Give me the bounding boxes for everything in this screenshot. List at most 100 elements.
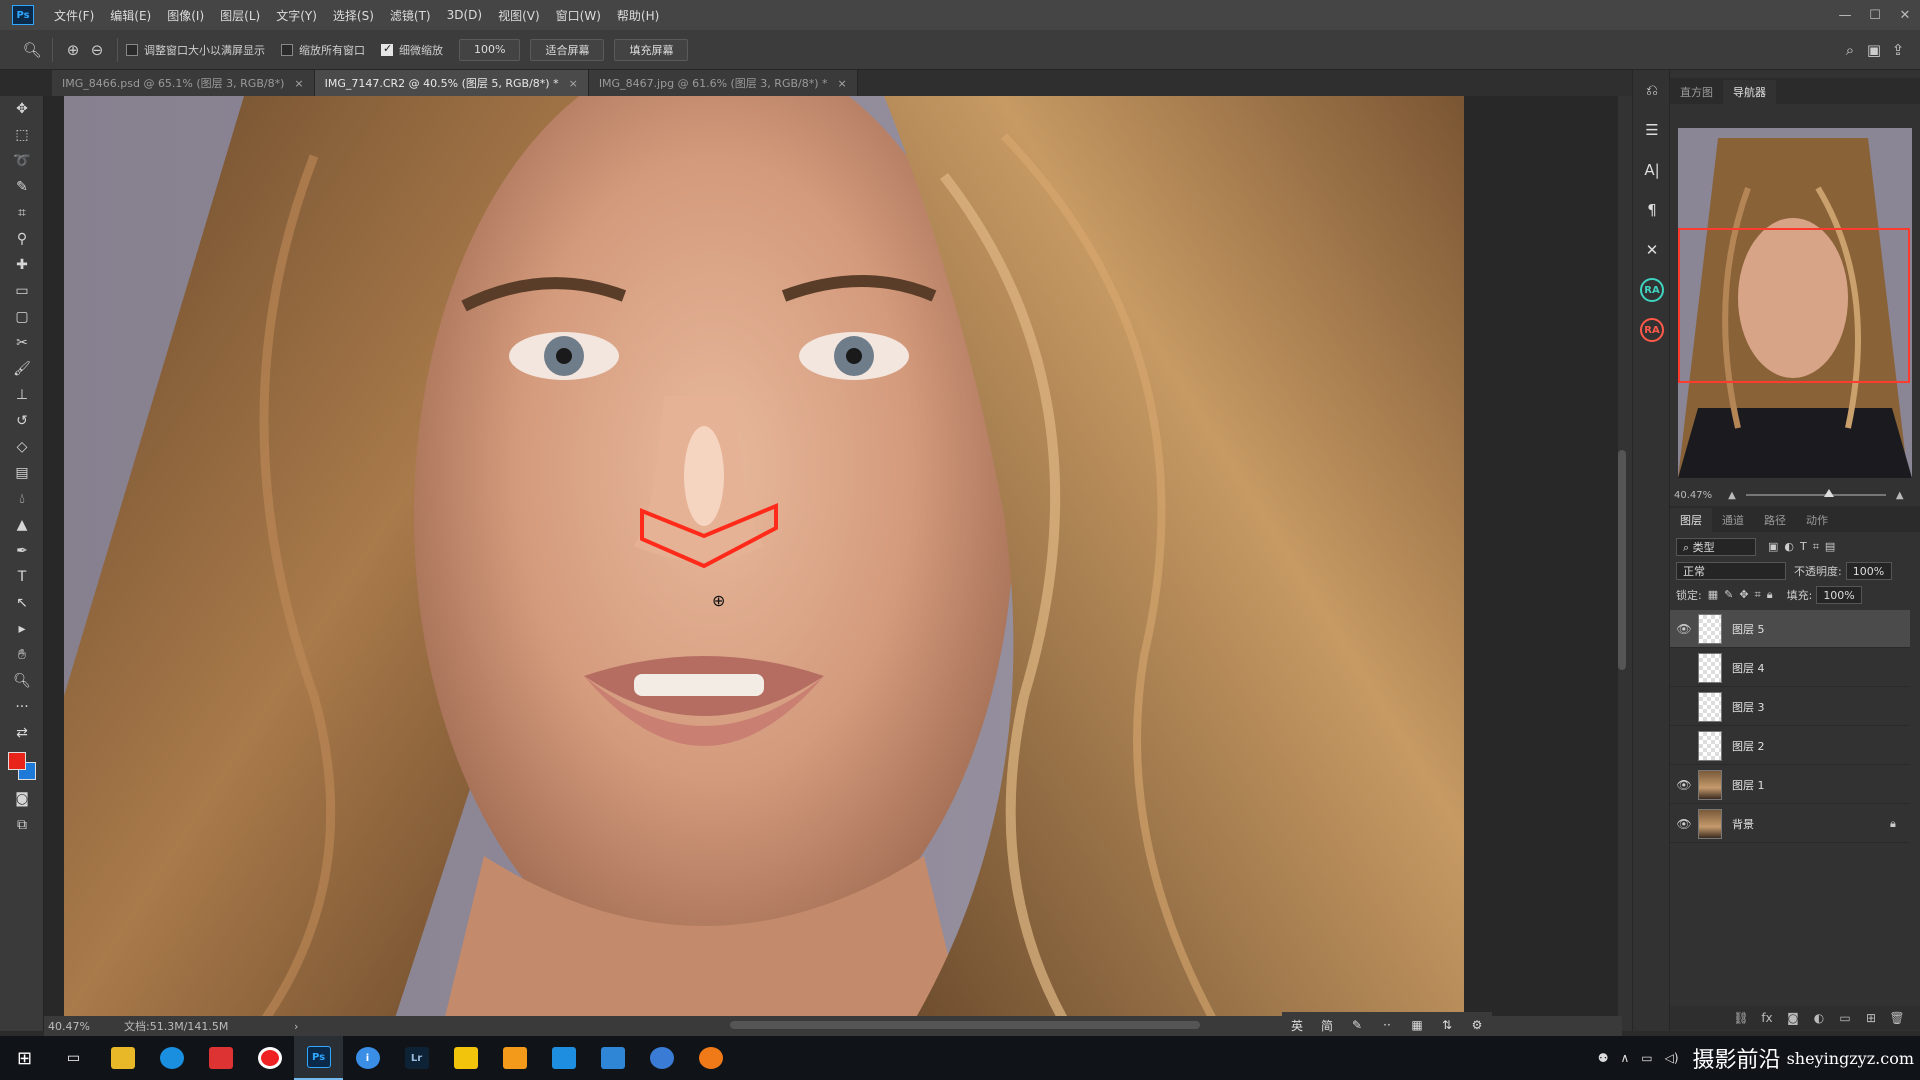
checkbox-icon[interactable] — [281, 43, 293, 56]
history-brush-tool-icon[interactable]: ↺ — [0, 408, 44, 434]
menu-window[interactable]: 窗口(W) — [548, 7, 609, 24]
more-tools-icon[interactable]: ··· — [0, 694, 44, 720]
menu-image[interactable]: 图像(I) — [159, 7, 212, 24]
properties-icon[interactable]: ☰ — [1633, 110, 1671, 150]
app-orange-icon[interactable] — [490, 1036, 539, 1080]
file-explorer-icon[interactable] — [98, 1036, 147, 1080]
tab-navigator[interactable]: 导航器 — [1723, 80, 1776, 104]
move-tool-icon[interactable]: ✥ — [0, 96, 44, 122]
crop-tool-icon[interactable]: ⌗ — [0, 200, 44, 226]
people-icon[interactable]: ⚉ — [1598, 1051, 1609, 1065]
workspace-icon[interactable]: ▣ — [1862, 38, 1886, 62]
quick-select-tool-icon[interactable]: ✎ — [0, 174, 44, 200]
zoom-tool-icon[interactable]: 🔍︎ — [0, 668, 44, 694]
shape-tool-icon[interactable]: ▸ — [0, 616, 44, 642]
close-icon[interactable]: × — [569, 77, 578, 90]
brush-tool-icon[interactable]: 🖌︎ — [0, 356, 44, 382]
lock-icons[interactable]: ▦✎✥⌗🔒︎ — [1708, 588, 1779, 602]
close-icon[interactable]: × — [838, 77, 847, 90]
lasso-tool-icon[interactable]: ➰ — [0, 148, 44, 174]
app-blue-icon[interactable] — [539, 1036, 588, 1080]
paragraph-icon[interactable]: ¶ — [1633, 190, 1671, 230]
app-globe-icon[interactable] — [637, 1036, 686, 1080]
ime-keyboard-icon[interactable]: ▦ — [1402, 1018, 1432, 1032]
menu-filter[interactable]: 滤镜(T) — [382, 7, 439, 24]
healing-brush-tool-icon[interactable]: ✚ — [0, 252, 44, 278]
horizontal-scroll-thumb[interactable] — [730, 1021, 1200, 1029]
layer-row[interactable]: 👁︎ 背景 🔒︎ — [1670, 805, 1910, 843]
lightroom-icon[interactable]: Lr — [392, 1036, 441, 1080]
app-orange-circle-icon[interactable] — [686, 1036, 735, 1080]
search-icon[interactable]: ⌕ — [1838, 38, 1862, 62]
menu-edit[interactable]: 编辑(E) — [102, 7, 159, 24]
adjustment-layer-icon[interactable]: ◐ — [1806, 1011, 1832, 1025]
zoom-large-icon[interactable]: ▲ — [1896, 490, 1904, 501]
type-tool-icon[interactable]: T — [0, 564, 44, 590]
ra-plugin-icon[interactable]: RA — [1633, 270, 1671, 310]
ime-lang[interactable]: 英 — [1282, 1017, 1312, 1034]
marquee-tool-icon[interactable]: ⬚ — [0, 122, 44, 148]
navigator-view-box[interactable] — [1678, 228, 1910, 383]
status-arrow-icon[interactable]: › — [294, 1020, 298, 1033]
doc-tab-active[interactable]: IMG_7147.CR2 @ 40.5% (图层 5, RGB/8*) * × — [314, 70, 589, 96]
lock-icon[interactable]: 🔒︎ — [1890, 817, 1910, 831]
eye-icon[interactable]: 👁︎ — [1670, 778, 1698, 792]
photoshop-logo[interactable]: Ps — [12, 5, 34, 25]
filter-icons[interactable]: ▣◐T⌗▤ — [1768, 540, 1841, 554]
minimize-icon[interactable]: — — [1830, 0, 1860, 30]
foreground-color-swatch[interactable] — [8, 752, 26, 770]
maximize-icon[interactable]: ☐ — [1860, 0, 1890, 30]
resize-windows-checkbox[interactable]: 调整窗口大小以满屏显示 — [126, 42, 265, 58]
ime-settings-icon[interactable]: ⚙ — [1462, 1018, 1492, 1032]
eyedropper-tool-icon[interactable]: ⚲ — [0, 226, 44, 252]
blur-tool-icon[interactable]: 💧︎ — [0, 486, 44, 512]
ime-handwrite-icon[interactable]: ✎ — [1342, 1018, 1372, 1032]
fill-field[interactable]: 100% — [1816, 586, 1863, 604]
history-icon[interactable]: ⎌ — [1633, 70, 1671, 110]
gradient-tool-icon[interactable]: ▤ — [0, 460, 44, 486]
menu-3d[interactable]: 3D(D) — [439, 8, 490, 22]
fill-screen-button[interactable]: 填充屏幕 — [614, 38, 689, 61]
screen-mode-icon[interactable]: ⧉ — [0, 812, 44, 838]
tab-actions[interactable]: 动作 — [1796, 508, 1838, 532]
recorder-icon[interactable] — [245, 1036, 294, 1080]
ime-simplified[interactable]: 简 — [1312, 1017, 1342, 1034]
zoom-all-windows-checkbox[interactable]: 缩放所有窗口 — [281, 42, 365, 58]
app-cloud-icon[interactable] — [588, 1036, 637, 1080]
tab-paths[interactable]: 路径 — [1754, 508, 1796, 532]
eye-icon[interactable]: 👁︎ — [1670, 622, 1698, 636]
opacity-field[interactable]: 100% — [1845, 562, 1892, 580]
app-icon[interactable] — [196, 1036, 245, 1080]
info-app-icon[interactable]: i — [343, 1036, 392, 1080]
tab-layers[interactable]: 图层 — [1670, 508, 1712, 532]
ime-switch-icon[interactable]: ⇅ — [1432, 1018, 1462, 1032]
hand-tool-icon[interactable]: ✋︎ — [0, 642, 44, 668]
link-layers-icon[interactable]: ⛓ — [1728, 1011, 1754, 1025]
navigator-thumbnail[interactable] — [1678, 128, 1912, 478]
close-icon[interactable]: × — [294, 77, 303, 90]
zoom-tool-preset-icon[interactable]: 🔍︎ — [20, 38, 44, 62]
quick-mask-icon[interactable]: ◙ — [0, 786, 44, 812]
zoom-level[interactable]: 40.47% — [44, 1020, 124, 1033]
scrubby-zoom-checkbox[interactable]: 细微缩放 — [381, 42, 443, 58]
swap-colors-icon[interactable]: ⇄ — [0, 720, 44, 746]
volume-icon[interactable]: ◁) — [1665, 1051, 1679, 1065]
ime-punct-icon[interactable]: ·· — [1372, 1018, 1402, 1032]
ra-plugin-icon[interactable]: RA — [1633, 310, 1671, 350]
menu-layer[interactable]: 图层(L) — [212, 7, 268, 24]
tab-histogram[interactable]: 直方图 — [1670, 80, 1723, 104]
add-mask-icon[interactable]: ◙ — [1780, 1011, 1806, 1025]
eye-icon[interactable]: 👁︎ — [1670, 817, 1698, 831]
character-icon[interactable]: A| — [1633, 150, 1671, 190]
ruler-tool-icon[interactable]: ▭ — [0, 278, 44, 304]
layer-row[interactable]: 👁︎ 图层 1 — [1670, 766, 1910, 804]
path-select-tool-icon[interactable]: ↖ — [0, 590, 44, 616]
layer-row[interactable]: 图层 4 — [1670, 649, 1910, 687]
navigator-zoom-value[interactable]: 40.47% — [1674, 490, 1712, 501]
portrait-photo[interactable]: ⊕ — [64, 96, 1464, 1021]
checkbox-icon[interactable] — [126, 43, 138, 56]
fit-screen-button[interactable]: 适合屏幕 — [530, 38, 605, 61]
close-icon[interactable]: ✕ — [1890, 0, 1920, 30]
zoom-100-button[interactable]: 100% — [459, 38, 521, 61]
menu-file[interactable]: 文件(F) — [46, 7, 102, 24]
